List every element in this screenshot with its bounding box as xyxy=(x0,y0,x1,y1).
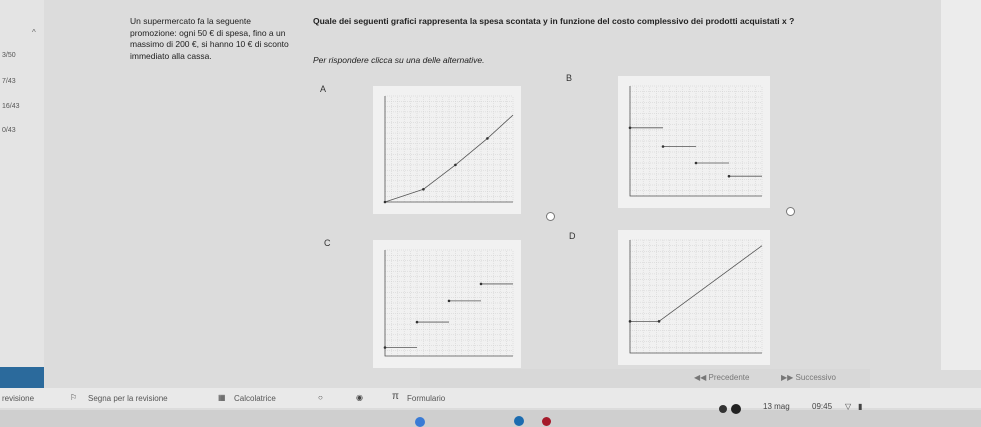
chart-segment xyxy=(455,138,488,166)
score-2: 7/43 xyxy=(2,78,16,85)
chart-point xyxy=(486,137,489,140)
option-a-radio[interactable] xyxy=(546,212,555,221)
chart-point xyxy=(422,187,425,191)
option-b-radio[interactable] xyxy=(786,207,795,216)
chart-point xyxy=(383,346,387,349)
notification-icon xyxy=(731,404,741,414)
option-c-chart[interactable] xyxy=(373,240,521,368)
wifi-icon: ▽ xyxy=(845,402,852,411)
chart-point xyxy=(383,200,387,204)
chart-point xyxy=(628,126,632,130)
instruction-text: Per rispondere clicca su una delle alter… xyxy=(313,55,485,65)
option-b-letter: B xyxy=(566,73,573,83)
battery-icon: ▮ xyxy=(858,402,863,411)
score-4: 0/43 xyxy=(2,127,16,134)
taskbar-date: 13 mag xyxy=(763,402,790,411)
option-c-letter: C xyxy=(324,238,331,248)
calculator-button[interactable]: Calcolatrice xyxy=(234,394,276,403)
option-a-chart[interactable] xyxy=(373,86,521,214)
clock-icon: ○ xyxy=(318,393,323,402)
flag-icon: ⚐ xyxy=(70,393,78,402)
chart-point xyxy=(454,163,457,167)
option-d-letter: D xyxy=(569,231,576,241)
app-icon-1[interactable] xyxy=(415,417,425,427)
chart-svg xyxy=(628,239,763,354)
chart-segment xyxy=(423,164,456,190)
taskbar xyxy=(0,410,981,427)
problem-text: Un supermercato fa la seguente promozion… xyxy=(130,16,289,61)
calculator-icon: ▦ xyxy=(218,393,226,402)
left-panel-accent xyxy=(0,367,44,389)
formulary-button[interactable]: Formulario xyxy=(407,394,445,403)
chart-svg xyxy=(383,249,514,357)
option-a-letter: A xyxy=(320,84,327,94)
previous-button[interactable]: ◀◀ Precedente xyxy=(694,373,749,382)
chart-svg xyxy=(628,85,763,197)
chart-point xyxy=(628,320,632,323)
chart-point xyxy=(727,174,731,178)
chart-point xyxy=(661,145,665,148)
chart-point xyxy=(694,161,698,165)
chart-segment xyxy=(487,114,514,139)
score-3: 16/43 xyxy=(2,103,20,110)
app-icon-2[interactable] xyxy=(514,416,524,426)
revision-tab[interactable]: revisione xyxy=(2,394,34,403)
pi-icon: π xyxy=(392,391,399,402)
chart-point xyxy=(415,320,419,324)
collapse-chevron-icon[interactable]: ^ xyxy=(32,28,36,37)
next-button[interactable]: ▶▶ Successivo xyxy=(781,373,836,382)
chart-point xyxy=(657,320,661,323)
target-icon: ◉ xyxy=(356,393,363,402)
chart-point xyxy=(479,282,483,286)
score-1: 3/50 xyxy=(2,52,16,59)
app-icon-3[interactable] xyxy=(542,417,551,426)
right-panel xyxy=(941,0,981,370)
mark-for-review-button[interactable]: Segna per la revisione xyxy=(88,394,168,403)
chart-svg xyxy=(383,95,514,204)
question-text: Quale dei seguenti grafici rappresenta l… xyxy=(313,16,795,26)
taskbar-time: 09:45 xyxy=(812,402,833,411)
status-dot-icon xyxy=(719,405,727,413)
chart-point xyxy=(447,299,451,303)
option-d-chart[interactable] xyxy=(618,230,770,365)
option-b-chart[interactable] xyxy=(618,76,770,208)
